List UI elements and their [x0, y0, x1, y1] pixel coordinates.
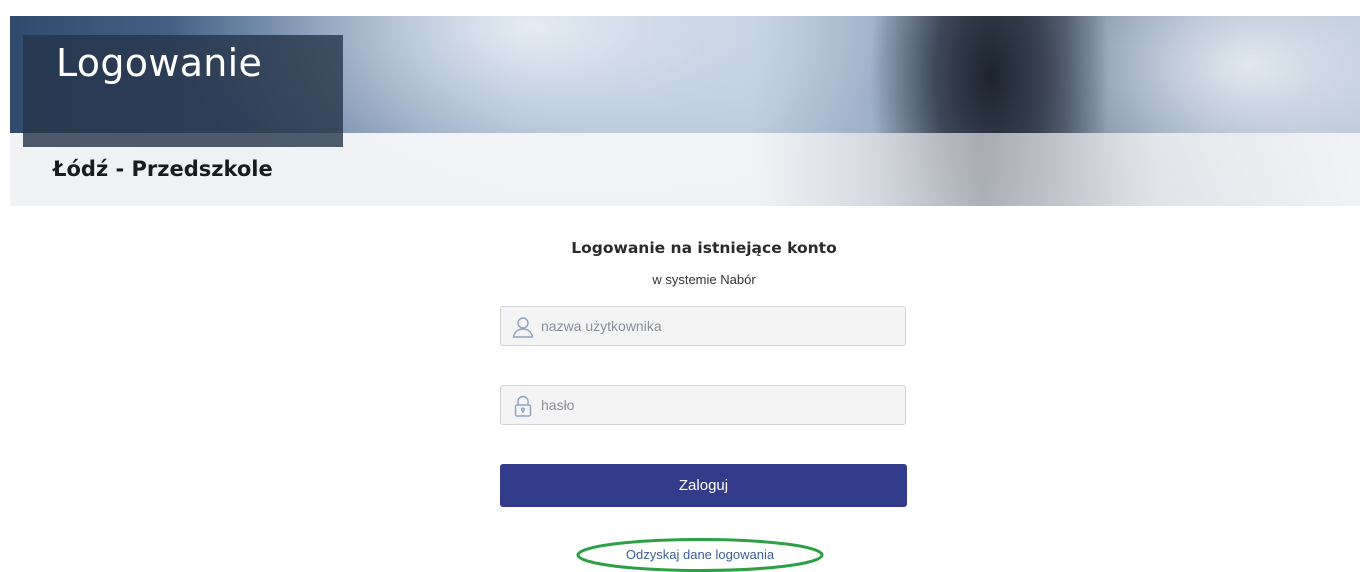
login-form: Logowanie na istniejące konto w systemie…	[500, 236, 908, 572]
user-icon	[511, 315, 535, 339]
password-input[interactable]	[541, 386, 897, 424]
username-input[interactable]	[541, 307, 897, 345]
login-subheading: w systemie Nabór	[652, 272, 756, 287]
page-title: Logowanie	[56, 41, 263, 85]
recover-login-link[interactable]: Odzyskaj dane logowania	[575, 536, 825, 572]
username-field[interactable]	[500, 306, 906, 346]
header-banner: Logowanie Łódź - Przedszkole	[10, 16, 1360, 206]
login-button[interactable]: Zaloguj	[500, 464, 907, 507]
page-subtitle: Łódź - Przedszkole	[53, 157, 273, 181]
password-field[interactable]	[500, 385, 906, 425]
recover-link-wrapper: Odzyskaj dane logowania	[575, 536, 825, 572]
login-heading: Logowanie na istniejące konto	[571, 239, 837, 257]
login-page: Logowanie Łódź - Przedszkole Logowanie n…	[0, 0, 1360, 572]
lock-icon	[511, 394, 535, 418]
